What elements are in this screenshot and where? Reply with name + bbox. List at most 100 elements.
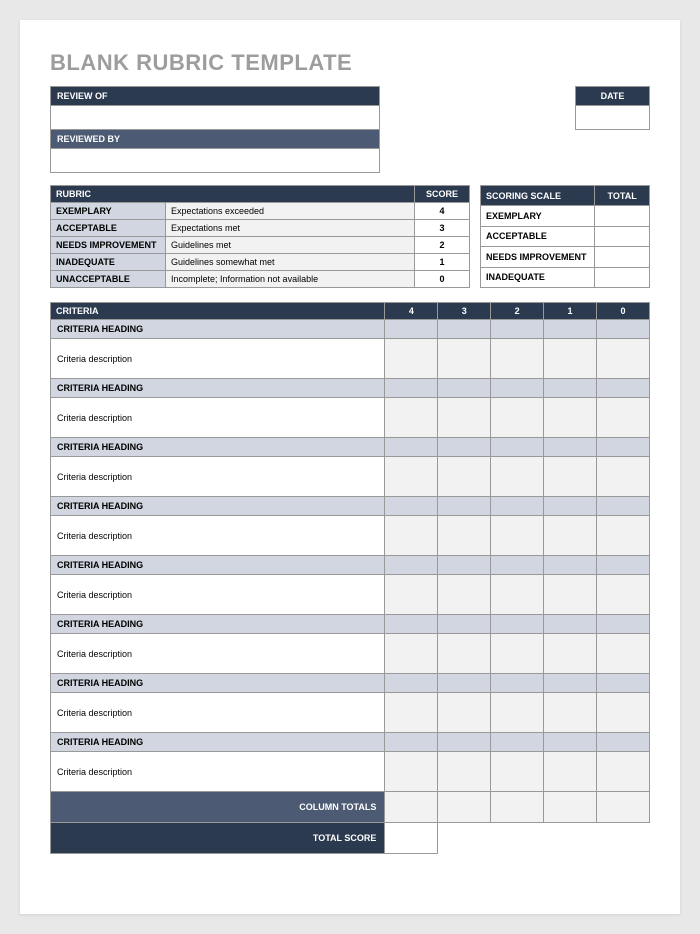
criteria-score-cell[interactable] [491, 398, 544, 438]
criteria-score-cell[interactable] [385, 339, 438, 379]
criteria-heading-cell [385, 733, 438, 752]
criteria-score-cell[interactable] [597, 457, 650, 497]
rubric-score: 0 [415, 271, 470, 288]
scale-level: INADEQUATE [481, 267, 595, 287]
criteria-score-cell[interactable] [438, 634, 491, 674]
column-total-cell[interactable] [385, 792, 438, 823]
reviewed-by-label: REVIEWED BY [50, 130, 380, 149]
scoring-scale-table: SCORING SCALE TOTAL EXEMPLARYACCEPTABLEN… [480, 185, 650, 288]
criteria-score-cell[interactable] [491, 634, 544, 674]
criteria-heading-cell [544, 497, 597, 516]
scale-level: EXEMPLARY [481, 206, 595, 226]
date-field[interactable] [575, 106, 650, 130]
total-score-label: TOTAL SCORE [51, 823, 385, 854]
scale-total[interactable] [595, 267, 650, 287]
criteria-heading: CRITERIA HEADING [51, 379, 385, 398]
criteria-score-cell[interactable] [438, 516, 491, 556]
criteria-table: CRITERIA 43210 CRITERIA HEADINGCriteria … [50, 302, 650, 854]
criteria-score-cell[interactable] [544, 693, 597, 733]
criteria-score-cell[interactable] [385, 693, 438, 733]
criteria-description: Criteria description [51, 398, 385, 438]
total-score-cell[interactable] [385, 823, 438, 854]
rubric-desc: Guidelines somewhat met [166, 254, 415, 271]
criteria-heading-cell [385, 438, 438, 457]
scale-total[interactable] [595, 206, 650, 226]
rubric-level: UNACCEPTABLE [51, 271, 166, 288]
criteria-score-cell[interactable] [491, 516, 544, 556]
criteria-score-cell[interactable] [491, 339, 544, 379]
criteria-score-cell[interactable] [544, 575, 597, 615]
criteria-heading-cell [491, 615, 544, 634]
criteria-heading: CRITERIA HEADING [51, 497, 385, 516]
criteria-score-cell[interactable] [438, 457, 491, 497]
criteria-score-cell[interactable] [491, 752, 544, 792]
criteria-heading-cell [491, 379, 544, 398]
rubric-header: RUBRIC [51, 186, 415, 203]
criteria-score-cell[interactable] [385, 752, 438, 792]
criteria-score-cell[interactable] [385, 457, 438, 497]
rubric-level: NEEDS IMPROVEMENT [51, 237, 166, 254]
column-total-cell[interactable] [597, 792, 650, 823]
criteria-score-cell[interactable] [544, 457, 597, 497]
criteria-score-cell[interactable] [385, 398, 438, 438]
date-label: DATE [575, 86, 650, 106]
criteria-score-cell[interactable] [438, 339, 491, 379]
criteria-col-header: 2 [491, 303, 544, 320]
criteria-score-cell[interactable] [544, 752, 597, 792]
criteria-heading-cell [491, 674, 544, 693]
criteria-heading-cell [544, 733, 597, 752]
criteria-score-cell[interactable] [597, 575, 650, 615]
criteria-score-cell[interactable] [438, 752, 491, 792]
reviewed-by-field[interactable] [50, 149, 380, 173]
criteria-heading-cell [385, 320, 438, 339]
criteria-score-cell[interactable] [597, 516, 650, 556]
criteria-score-cell[interactable] [597, 693, 650, 733]
criteria-score-cell[interactable] [544, 516, 597, 556]
criteria-score-cell[interactable] [544, 398, 597, 438]
criteria-score-cell[interactable] [438, 398, 491, 438]
criteria-score-cell[interactable] [385, 575, 438, 615]
criteria-score-cell[interactable] [491, 575, 544, 615]
criteria-score-cell[interactable] [597, 339, 650, 379]
scale-total[interactable] [595, 226, 650, 246]
criteria-score-cell[interactable] [597, 752, 650, 792]
rubric-score: 3 [415, 220, 470, 237]
criteria-heading: CRITERIA HEADING [51, 674, 385, 693]
criteria-heading-cell [544, 320, 597, 339]
criteria-heading-cell [438, 674, 491, 693]
column-total-cell[interactable] [438, 792, 491, 823]
criteria-score-cell[interactable] [597, 398, 650, 438]
criteria-heading: CRITERIA HEADING [51, 320, 385, 339]
criteria-score-cell[interactable] [438, 693, 491, 733]
criteria-heading-cell [438, 379, 491, 398]
criteria-heading-cell [438, 438, 491, 457]
scale-header: SCORING SCALE [481, 186, 595, 206]
criteria-heading-cell [385, 674, 438, 693]
review-of-field[interactable] [50, 106, 380, 130]
column-total-cell[interactable] [544, 792, 597, 823]
criteria-description: Criteria description [51, 752, 385, 792]
criteria-score-cell[interactable] [438, 575, 491, 615]
criteria-col-header: 0 [597, 303, 650, 320]
column-total-cell[interactable] [491, 792, 544, 823]
criteria-score-cell[interactable] [544, 339, 597, 379]
criteria-score-cell[interactable] [544, 634, 597, 674]
criteria-heading-cell [385, 379, 438, 398]
scale-total[interactable] [595, 247, 650, 267]
rubric-score: 4 [415, 203, 470, 220]
scale-level: ACCEPTABLE [481, 226, 595, 246]
criteria-score-cell[interactable] [385, 634, 438, 674]
criteria-heading-cell [597, 497, 650, 516]
criteria-score-cell[interactable] [597, 634, 650, 674]
criteria-description: Criteria description [51, 575, 385, 615]
criteria-col-header: 4 [385, 303, 438, 320]
criteria-heading-cell [491, 733, 544, 752]
criteria-heading-cell [597, 438, 650, 457]
criteria-heading-cell [438, 320, 491, 339]
rubric-desc: Expectations exceeded [166, 203, 415, 220]
criteria-heading-cell [597, 615, 650, 634]
criteria-score-cell[interactable] [491, 457, 544, 497]
criteria-score-cell[interactable] [385, 516, 438, 556]
criteria-score-cell[interactable] [491, 693, 544, 733]
criteria-heading-cell [597, 674, 650, 693]
